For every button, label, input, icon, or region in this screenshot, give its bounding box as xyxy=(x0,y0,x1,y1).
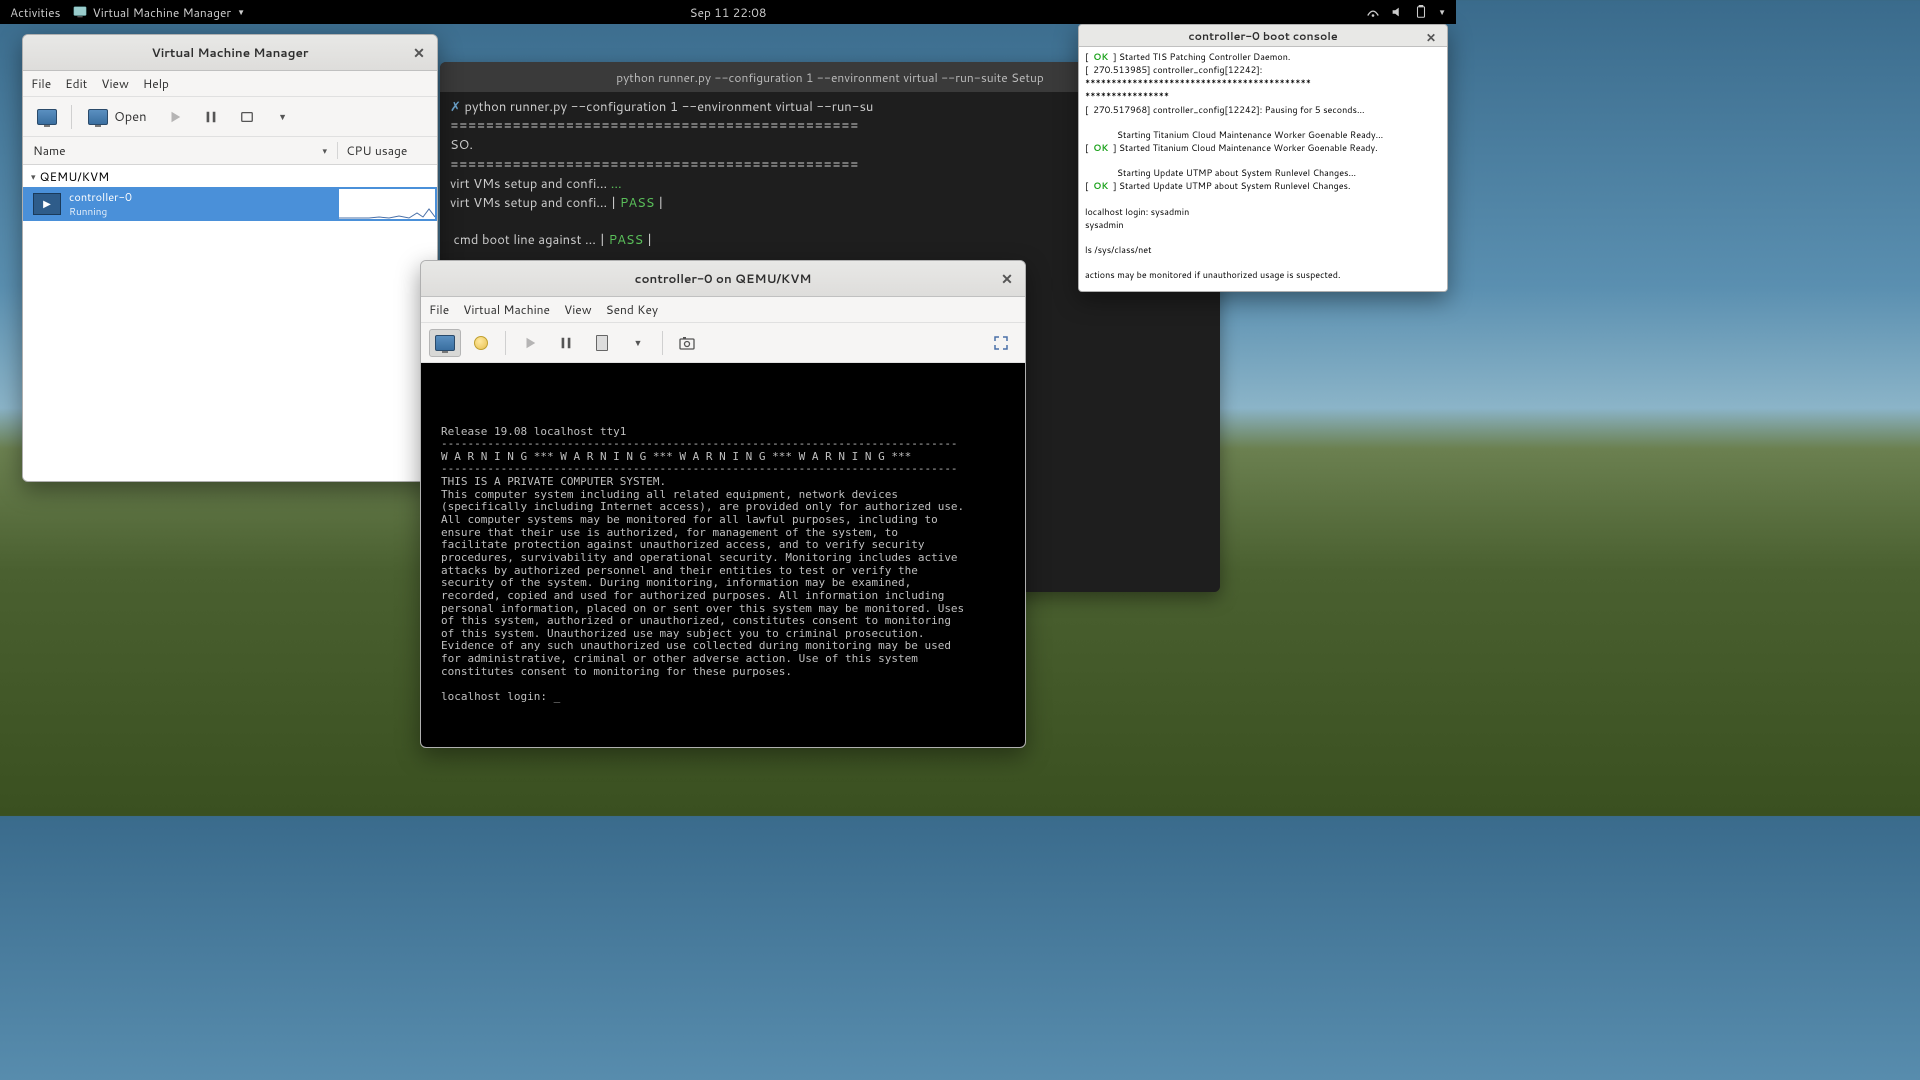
vmm-menubar: File Edit View Help xyxy=(23,71,437,97)
menu-virtual-machine[interactable]: Virtual Machine xyxy=(463,301,550,318)
monitor-icon xyxy=(37,109,57,125)
close-button[interactable]: ✕ xyxy=(997,269,1017,289)
vm-row-controller-0[interactable]: ▶ controller-0 Running xyxy=(23,187,437,221)
run-button[interactable] xyxy=(159,103,191,131)
expand-icon: ▾ xyxy=(31,170,36,183)
vm-console-window: controller-0 on QEMU/KVM ✕ File Virtual … xyxy=(420,260,1026,748)
vmm-app-icon xyxy=(73,5,87,19)
menu-send-key[interactable]: Send Key xyxy=(606,301,659,318)
console-toolbar: ▼ xyxy=(421,323,1025,363)
console-titlebar[interactable]: controller-0 on QEMU/KVM ✕ xyxy=(421,261,1025,297)
close-button[interactable]: ✕ xyxy=(1421,27,1441,47)
console-menubar: File Virtual Machine View Send Key xyxy=(421,297,1025,323)
menu-file[interactable]: File xyxy=(31,75,51,92)
separator xyxy=(662,331,663,355)
menu-help[interactable]: Help xyxy=(143,75,169,92)
shutdown-menu-button[interactable]: ▼ xyxy=(622,329,654,357)
column-headers: Name▾ CPU usage xyxy=(23,137,437,165)
fullscreen-button[interactable] xyxy=(985,329,1017,357)
shutdown-button[interactable] xyxy=(231,103,263,131)
chevron-down-icon: ▼ xyxy=(1438,6,1446,18)
run-button[interactable] xyxy=(514,329,546,357)
chevron-down-icon: ▼ xyxy=(278,110,287,123)
network-icon xyxy=(1366,5,1380,19)
system-status-area[interactable]: ▼ xyxy=(1366,5,1456,19)
bulb-icon xyxy=(474,336,488,350)
boot-title: controller-0 boot console xyxy=(1188,28,1337,44)
virt-manager-window: Virtual Machine Manager ✕ File Edit View… xyxy=(22,34,438,482)
monitor-icon xyxy=(88,109,108,125)
snapshot-button[interactable] xyxy=(671,329,703,357)
gnome-top-panel: Activities Virtual Machine Manager ▼ Sep… xyxy=(0,0,1456,24)
console-title: controller-0 on QEMU/KVM xyxy=(635,270,812,287)
vm-state: Running xyxy=(69,205,132,219)
col-name[interactable]: Name▾ xyxy=(23,142,337,159)
volume-icon xyxy=(1390,5,1404,19)
menu-file[interactable]: File xyxy=(429,301,449,318)
separator xyxy=(71,105,72,129)
cpu-sparkline xyxy=(339,189,435,219)
clock[interactable]: Sep 11 22:08 xyxy=(690,4,767,21)
vm-run-icon: ▶ xyxy=(33,193,61,215)
col-cpu[interactable]: CPU usage xyxy=(337,142,437,159)
monitor-icon xyxy=(435,335,455,351)
battery-icon xyxy=(1414,5,1428,19)
vmm-title: Virtual Machine Manager xyxy=(152,44,309,61)
app-menu[interactable]: Virtual Machine Manager ▼ xyxy=(73,4,246,21)
chevron-down-icon: ▼ xyxy=(237,6,245,18)
close-button[interactable]: ✕ xyxy=(409,43,429,63)
menu-edit[interactable]: Edit xyxy=(65,75,87,92)
separator xyxy=(505,331,506,355)
open-label: Open xyxy=(114,108,147,126)
vm-name: controller-0 xyxy=(69,189,132,205)
boot-titlebar[interactable]: controller-0 boot console ✕ xyxy=(1079,25,1447,47)
shutdown-menu-button[interactable]: ▼ xyxy=(267,103,299,131)
chevron-down-icon: ▼ xyxy=(634,336,643,349)
vm-tree[interactable]: ▾ QEMU/KVM ▶ controller-0 Running xyxy=(23,165,437,481)
pause-button[interactable] xyxy=(550,329,582,357)
activities-button[interactable]: Activities xyxy=(10,4,61,21)
app-menu-label: Virtual Machine Manager xyxy=(93,4,232,21)
vmm-toolbar: Open ▼ xyxy=(23,97,437,137)
boot-console-window: controller-0 boot console ✕ [ OK ] Start… xyxy=(1078,24,1448,292)
flash-icon xyxy=(596,335,608,351)
pause-button[interactable] xyxy=(195,103,227,131)
boot-console-body[interactable]: [ OK ] Started TIS Patching Controller D… xyxy=(1079,47,1447,291)
shutdown-button[interactable] xyxy=(586,329,618,357)
menu-view[interactable]: View xyxy=(564,301,592,318)
connection-label: QEMU/KVM xyxy=(40,168,110,185)
show-details-button[interactable] xyxy=(465,329,497,357)
menu-view[interactable]: View xyxy=(101,75,129,92)
vm-console-viewport[interactable]: Release 19.08 localhost tty1 -----------… xyxy=(421,363,1025,747)
show-console-button[interactable] xyxy=(429,329,461,357)
sort-icon: ▾ xyxy=(322,144,327,157)
open-button[interactable]: Open xyxy=(80,103,155,131)
new-vm-button[interactable] xyxy=(31,103,63,131)
vmm-titlebar[interactable]: Virtual Machine Manager ✕ xyxy=(23,35,437,71)
connection-row[interactable]: ▾ QEMU/KVM xyxy=(23,165,437,187)
